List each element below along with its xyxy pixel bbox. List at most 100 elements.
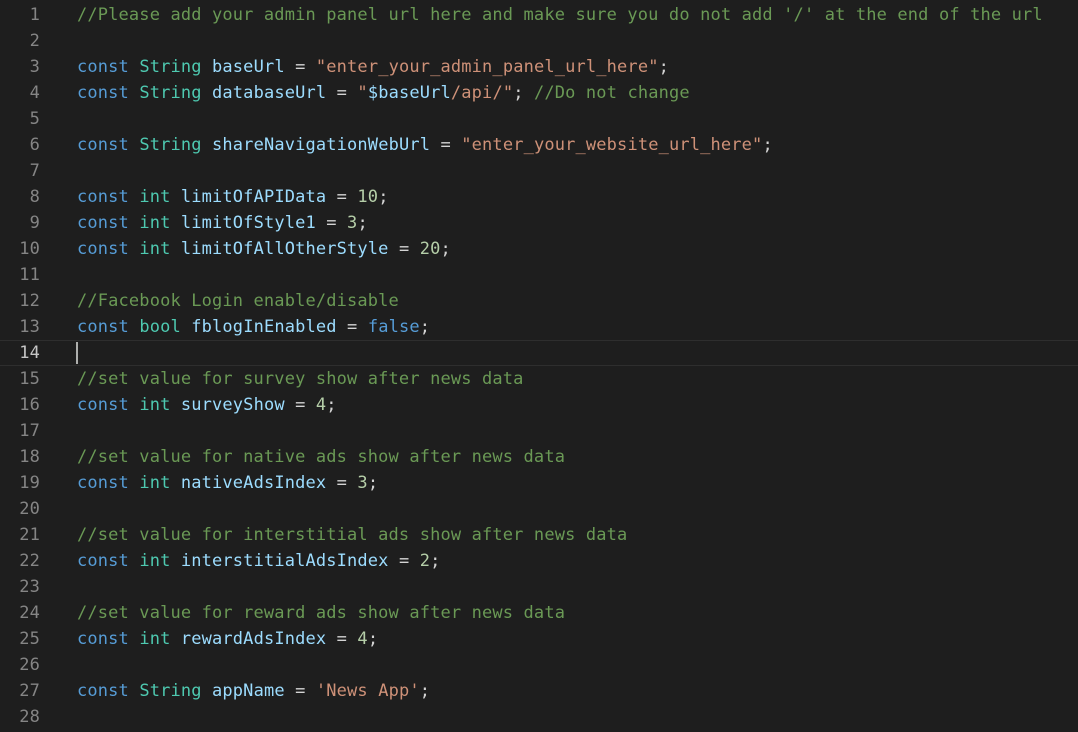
token-number: 4 xyxy=(315,395,327,415)
code-line-16[interactable]: 16 const int surveyShow = 4; xyxy=(0,392,1078,418)
token-type: int xyxy=(139,239,171,259)
token-op: = xyxy=(284,395,316,415)
token-op: ; xyxy=(378,187,389,207)
code-line-15[interactable]: 15 //set value for survey show after news… xyxy=(0,366,1078,392)
code-text: //Facebook Login enable/disable xyxy=(77,288,399,314)
code-text: const int rewardAdsIndex = 4; xyxy=(77,626,378,652)
code-text: const int surveyShow = 4; xyxy=(77,392,337,418)
token-comment: //Facebook Login enable/disable xyxy=(77,291,399,311)
token-keyword: const xyxy=(77,317,129,337)
code-text: const int limitOfAllOtherStyle = 20; xyxy=(77,236,451,262)
token-string: /api/" xyxy=(450,83,514,103)
line-number: 13 xyxy=(19,317,40,337)
token-type: int xyxy=(139,629,171,649)
code-line-13[interactable]: 13 const bool fblogInEnabled = false; xyxy=(0,314,1078,340)
token-keyword: const xyxy=(77,57,129,77)
token-op xyxy=(129,57,139,77)
token-op xyxy=(170,213,180,233)
code-text: const bool fblogInEnabled = false; xyxy=(77,314,430,340)
token-keyword: const xyxy=(77,187,129,207)
code-line-12[interactable]: 12 //Facebook Login enable/disable xyxy=(0,288,1078,314)
token-number: 20 xyxy=(419,239,441,259)
code-line-2[interactable]: 2 xyxy=(0,28,1078,54)
token-keyword: const xyxy=(77,135,129,155)
token-op: = xyxy=(326,187,358,207)
token-op: ; xyxy=(326,395,337,415)
code-line-10[interactable]: 10 const int limitOfAllOtherStyle = 20; xyxy=(0,236,1078,262)
token-op xyxy=(129,317,139,337)
token-op xyxy=(202,83,212,103)
token-op xyxy=(170,551,180,571)
token-comment: //set value for reward ads show after ne… xyxy=(77,603,566,623)
token-comment: //set value for native ads show after ne… xyxy=(77,447,566,467)
token-var: shareNavigationWebUrl xyxy=(212,135,431,155)
code-line-14[interactable]: 14 xyxy=(0,340,1078,366)
line-number: 6 xyxy=(29,135,40,155)
token-op: ; xyxy=(419,317,431,337)
token-keyword: false xyxy=(367,317,420,337)
code-text: //set value for reward ads show after ne… xyxy=(77,600,565,626)
token-type: String xyxy=(139,681,202,701)
token-string: " xyxy=(357,83,368,103)
code-line-17[interactable]: 17 xyxy=(0,418,1078,444)
line-number: 4 xyxy=(29,83,40,103)
token-comment: //Do not change xyxy=(534,83,690,103)
code-line-1[interactable]: 1 //Please add your admin panel url here … xyxy=(0,2,1078,28)
line-number: 11 xyxy=(19,265,40,285)
code-line-18[interactable]: 18 //set value for native ads show after … xyxy=(0,444,1078,470)
token-comment: //set value for interstitial ads show af… xyxy=(77,525,628,545)
line-number: 24 xyxy=(19,603,40,623)
line-number: 3 xyxy=(29,57,40,77)
code-editor[interactable]: 1 //Please add your admin panel url here … xyxy=(0,0,1078,732)
token-op xyxy=(129,239,139,259)
token-var: limitOfAPIData xyxy=(180,187,327,207)
line-number: 26 xyxy=(19,655,40,675)
line-number: 27 xyxy=(19,681,40,701)
code-line-7[interactable]: 7 xyxy=(0,158,1078,184)
token-keyword: const xyxy=(77,629,129,649)
token-op: = xyxy=(336,317,368,337)
code-line-4[interactable]: 4 const String databaseUrl = "$baseUrl/ap… xyxy=(0,80,1078,106)
line-number: 7 xyxy=(29,161,40,181)
text-cursor xyxy=(76,342,78,364)
token-op: ; xyxy=(430,551,441,571)
token-op xyxy=(129,551,139,571)
code-text: //set value for interstitial ads show af… xyxy=(77,522,627,548)
line-number: 12 xyxy=(19,291,40,311)
token-op xyxy=(202,135,212,155)
code-text: //set value for survey show after news d… xyxy=(77,366,524,392)
code-line-22[interactable]: 22 const int interstitialAdsIndex = 2; xyxy=(0,548,1078,574)
token-op xyxy=(170,629,180,649)
code-line-6[interactable]: 6 const String shareNavigationWebUrl = "e… xyxy=(0,132,1078,158)
code-line-21[interactable]: 21 //set value for interstitial ads show … xyxy=(0,522,1078,548)
line-number: 16 xyxy=(19,395,40,415)
line-number: 19 xyxy=(19,473,40,493)
code-text: const int limitOfStyle1 = 3; xyxy=(77,210,368,236)
token-number: 10 xyxy=(357,187,379,207)
code-line-11[interactable]: 11 xyxy=(0,262,1078,288)
token-number: 2 xyxy=(419,551,431,571)
code-line-5[interactable]: 5 xyxy=(0,106,1078,132)
token-op xyxy=(181,317,191,337)
code-line-3[interactable]: 3 const String baseUrl = "enter_your_admi… xyxy=(0,54,1078,80)
token-number: 3 xyxy=(347,213,358,233)
token-op: ; xyxy=(762,135,773,155)
token-op: ; xyxy=(658,57,669,77)
code-line-27[interactable]: 27 const String appName = 'News App'; xyxy=(0,678,1078,704)
code-line-28[interactable]: 28 xyxy=(0,704,1078,730)
code-text: const String baseUrl = "enter_your_admin… xyxy=(77,54,669,80)
code-line-8[interactable]: 8 const int limitOfAPIData = 10; xyxy=(0,184,1078,210)
code-line-25[interactable]: 25 const int rewardAdsIndex = 4; xyxy=(0,626,1078,652)
code-line-23[interactable]: 23 xyxy=(0,574,1078,600)
token-var: fblogInEnabled xyxy=(191,317,337,337)
token-comment: //Please add your admin panel url here a… xyxy=(77,5,1043,25)
token-string: 'News App' xyxy=(315,681,420,701)
token-number: 3 xyxy=(357,473,368,493)
token-type: int xyxy=(139,551,171,571)
code-line-24[interactable]: 24 //set value for reward ads show after … xyxy=(0,600,1078,626)
code-line-9[interactable]: 9 const int limitOfStyle1 = 3; xyxy=(0,210,1078,236)
code-line-20[interactable]: 20 xyxy=(0,496,1078,522)
code-line-19[interactable]: 19 const int nativeAdsIndex = 3; xyxy=(0,470,1078,496)
code-line-26[interactable]: 26 xyxy=(0,652,1078,678)
token-op: ; xyxy=(419,681,431,701)
